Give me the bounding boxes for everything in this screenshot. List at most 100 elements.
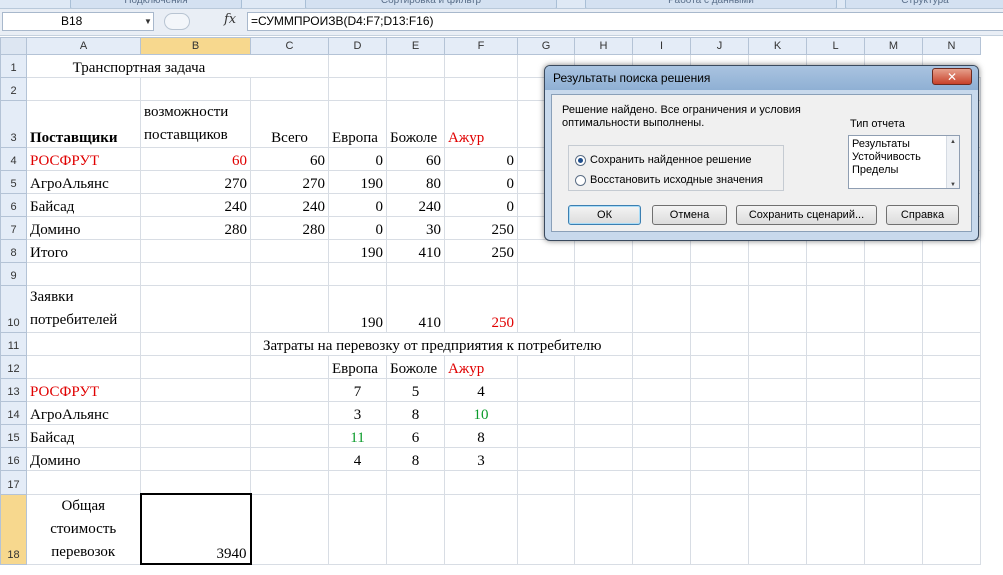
cell[interactable] xyxy=(517,239,575,263)
supplier-name[interactable]: Домино xyxy=(26,447,141,471)
cell[interactable] xyxy=(250,470,329,495)
cell[interactable] xyxy=(806,262,865,286)
column-header-d[interactable]: D xyxy=(328,37,387,55)
column-total-cell[interactable]: 190 xyxy=(328,239,387,263)
cost-cell[interactable]: 8 xyxy=(386,447,445,471)
cell[interactable] xyxy=(26,332,141,356)
report-type-item[interactable]: Устойчивость xyxy=(852,151,956,164)
row-header[interactable]: 17 xyxy=(0,470,27,495)
cell[interactable] xyxy=(574,239,633,263)
column-header-g[interactable]: G xyxy=(517,37,575,55)
cell[interactable] xyxy=(250,355,329,379)
row-header[interactable]: 10 xyxy=(0,285,27,333)
save-scenario-button[interactable]: Сохранить сценарий... xyxy=(736,205,877,225)
cell[interactable] xyxy=(444,470,518,495)
insert-function-icon[interactable]: fx xyxy=(224,12,236,27)
cell[interactable] xyxy=(690,239,749,263)
radio-keep-label[interactable]: Сохранить найденное решение xyxy=(590,154,752,166)
cell[interactable] xyxy=(632,239,691,263)
cell[interactable] xyxy=(140,447,251,471)
cell[interactable] xyxy=(690,285,749,333)
column-header-i[interactable]: I xyxy=(632,37,691,55)
row-header[interactable]: 6 xyxy=(0,193,27,217)
cell[interactable] xyxy=(632,493,691,565)
shipment-cell[interactable]: 30 xyxy=(386,216,445,240)
cell[interactable] xyxy=(864,401,923,425)
cell[interactable] xyxy=(748,285,807,333)
ribbon-group-data-tools[interactable]: Работа с данными xyxy=(585,0,837,8)
demand-cell[interactable]: 250 xyxy=(444,285,518,333)
shipment-cell[interactable]: 250 xyxy=(444,216,518,240)
column-total-cell[interactable]: 250 xyxy=(444,239,518,263)
supplier-name[interactable]: РОСФРУТ xyxy=(26,147,141,171)
shipment-cell[interactable]: 80 xyxy=(386,170,445,194)
cost-cell[interactable]: 4 xyxy=(328,447,387,471)
ribbon-group-sort-filter[interactable]: Сортировка и фильтр xyxy=(305,0,557,8)
shipment-cell[interactable]: 0 xyxy=(328,193,387,217)
cell[interactable] xyxy=(922,447,981,471)
cell[interactable] xyxy=(517,493,575,565)
demand-cell[interactable]: 410 xyxy=(386,285,445,333)
ok-button[interactable]: ОК xyxy=(568,205,641,225)
cell[interactable] xyxy=(632,401,691,425)
cell[interactable] xyxy=(517,285,575,333)
capacity-cell[interactable]: 270 xyxy=(140,170,251,194)
total-label[interactable]: Итого xyxy=(26,239,141,263)
shipment-cell[interactable]: 0 xyxy=(328,147,387,171)
cell[interactable] xyxy=(328,54,387,78)
cell[interactable] xyxy=(690,493,749,565)
cell[interactable] xyxy=(690,424,749,448)
report-list-scrollbar[interactable]: ▲ ▼ xyxy=(946,136,959,188)
cell[interactable] xyxy=(140,378,251,402)
select-all-corner[interactable] xyxy=(0,37,27,55)
total-cell[interactable]: 60 xyxy=(250,147,329,171)
cost-cell[interactable]: 3 xyxy=(328,401,387,425)
header-total[interactable]: Всего xyxy=(250,100,329,148)
cell[interactable] xyxy=(250,378,329,402)
cell[interactable] xyxy=(922,355,981,379)
row-header[interactable]: 5 xyxy=(0,170,27,194)
row-header[interactable]: 9 xyxy=(0,262,27,286)
row-header[interactable]: 1 xyxy=(0,54,27,78)
cell[interactable] xyxy=(864,262,923,286)
cell[interactable] xyxy=(517,355,575,379)
cell[interactable] xyxy=(574,424,633,448)
shipment-cell[interactable]: 60 xyxy=(386,147,445,171)
cell[interactable] xyxy=(444,77,518,101)
cell[interactable] xyxy=(26,262,141,286)
cell[interactable] xyxy=(748,493,807,565)
cell[interactable] xyxy=(864,239,923,263)
column-header-m[interactable]: M xyxy=(864,37,923,55)
column-header-b[interactable]: B xyxy=(140,37,251,55)
cell[interactable] xyxy=(386,54,445,78)
column-total-cell[interactable]: 410 xyxy=(386,239,445,263)
formula-bar-expand-icon[interactable] xyxy=(164,13,190,30)
cell[interactable] xyxy=(922,332,981,356)
column-header-f[interactable]: F xyxy=(444,37,518,55)
cell[interactable] xyxy=(140,355,251,379)
cell[interactable] xyxy=(748,378,807,402)
shipment-cell[interactable]: 0 xyxy=(444,147,518,171)
cell[interactable] xyxy=(806,355,865,379)
cell[interactable] xyxy=(574,378,633,402)
formula-input[interactable]: =СУММПРОИЗВ(D4:F7;D13:F16) xyxy=(247,12,1003,31)
total-cost-value-cell[interactable]: 3940 xyxy=(139,493,252,565)
row-header[interactable]: 13 xyxy=(0,378,27,402)
radio-unselected-icon[interactable] xyxy=(575,174,586,186)
cell[interactable] xyxy=(690,262,749,286)
cell[interactable] xyxy=(574,262,633,286)
cell[interactable] xyxy=(806,332,865,356)
cell[interactable] xyxy=(632,447,691,471)
row-header[interactable]: 16 xyxy=(0,447,27,471)
cell[interactable] xyxy=(26,355,141,379)
supplier-name[interactable]: Домино xyxy=(26,216,141,240)
shipment-cell[interactable]: 0 xyxy=(328,216,387,240)
cell[interactable] xyxy=(632,332,691,356)
column-header-c[interactable]: C xyxy=(250,37,329,55)
cell[interactable] xyxy=(632,262,691,286)
cell[interactable] xyxy=(748,262,807,286)
total-cost-label[interactable]: Общая стоимость перевозок xyxy=(26,493,141,565)
cell[interactable] xyxy=(250,239,329,263)
row-header[interactable]: 14 xyxy=(0,401,27,425)
cell[interactable] xyxy=(864,355,923,379)
